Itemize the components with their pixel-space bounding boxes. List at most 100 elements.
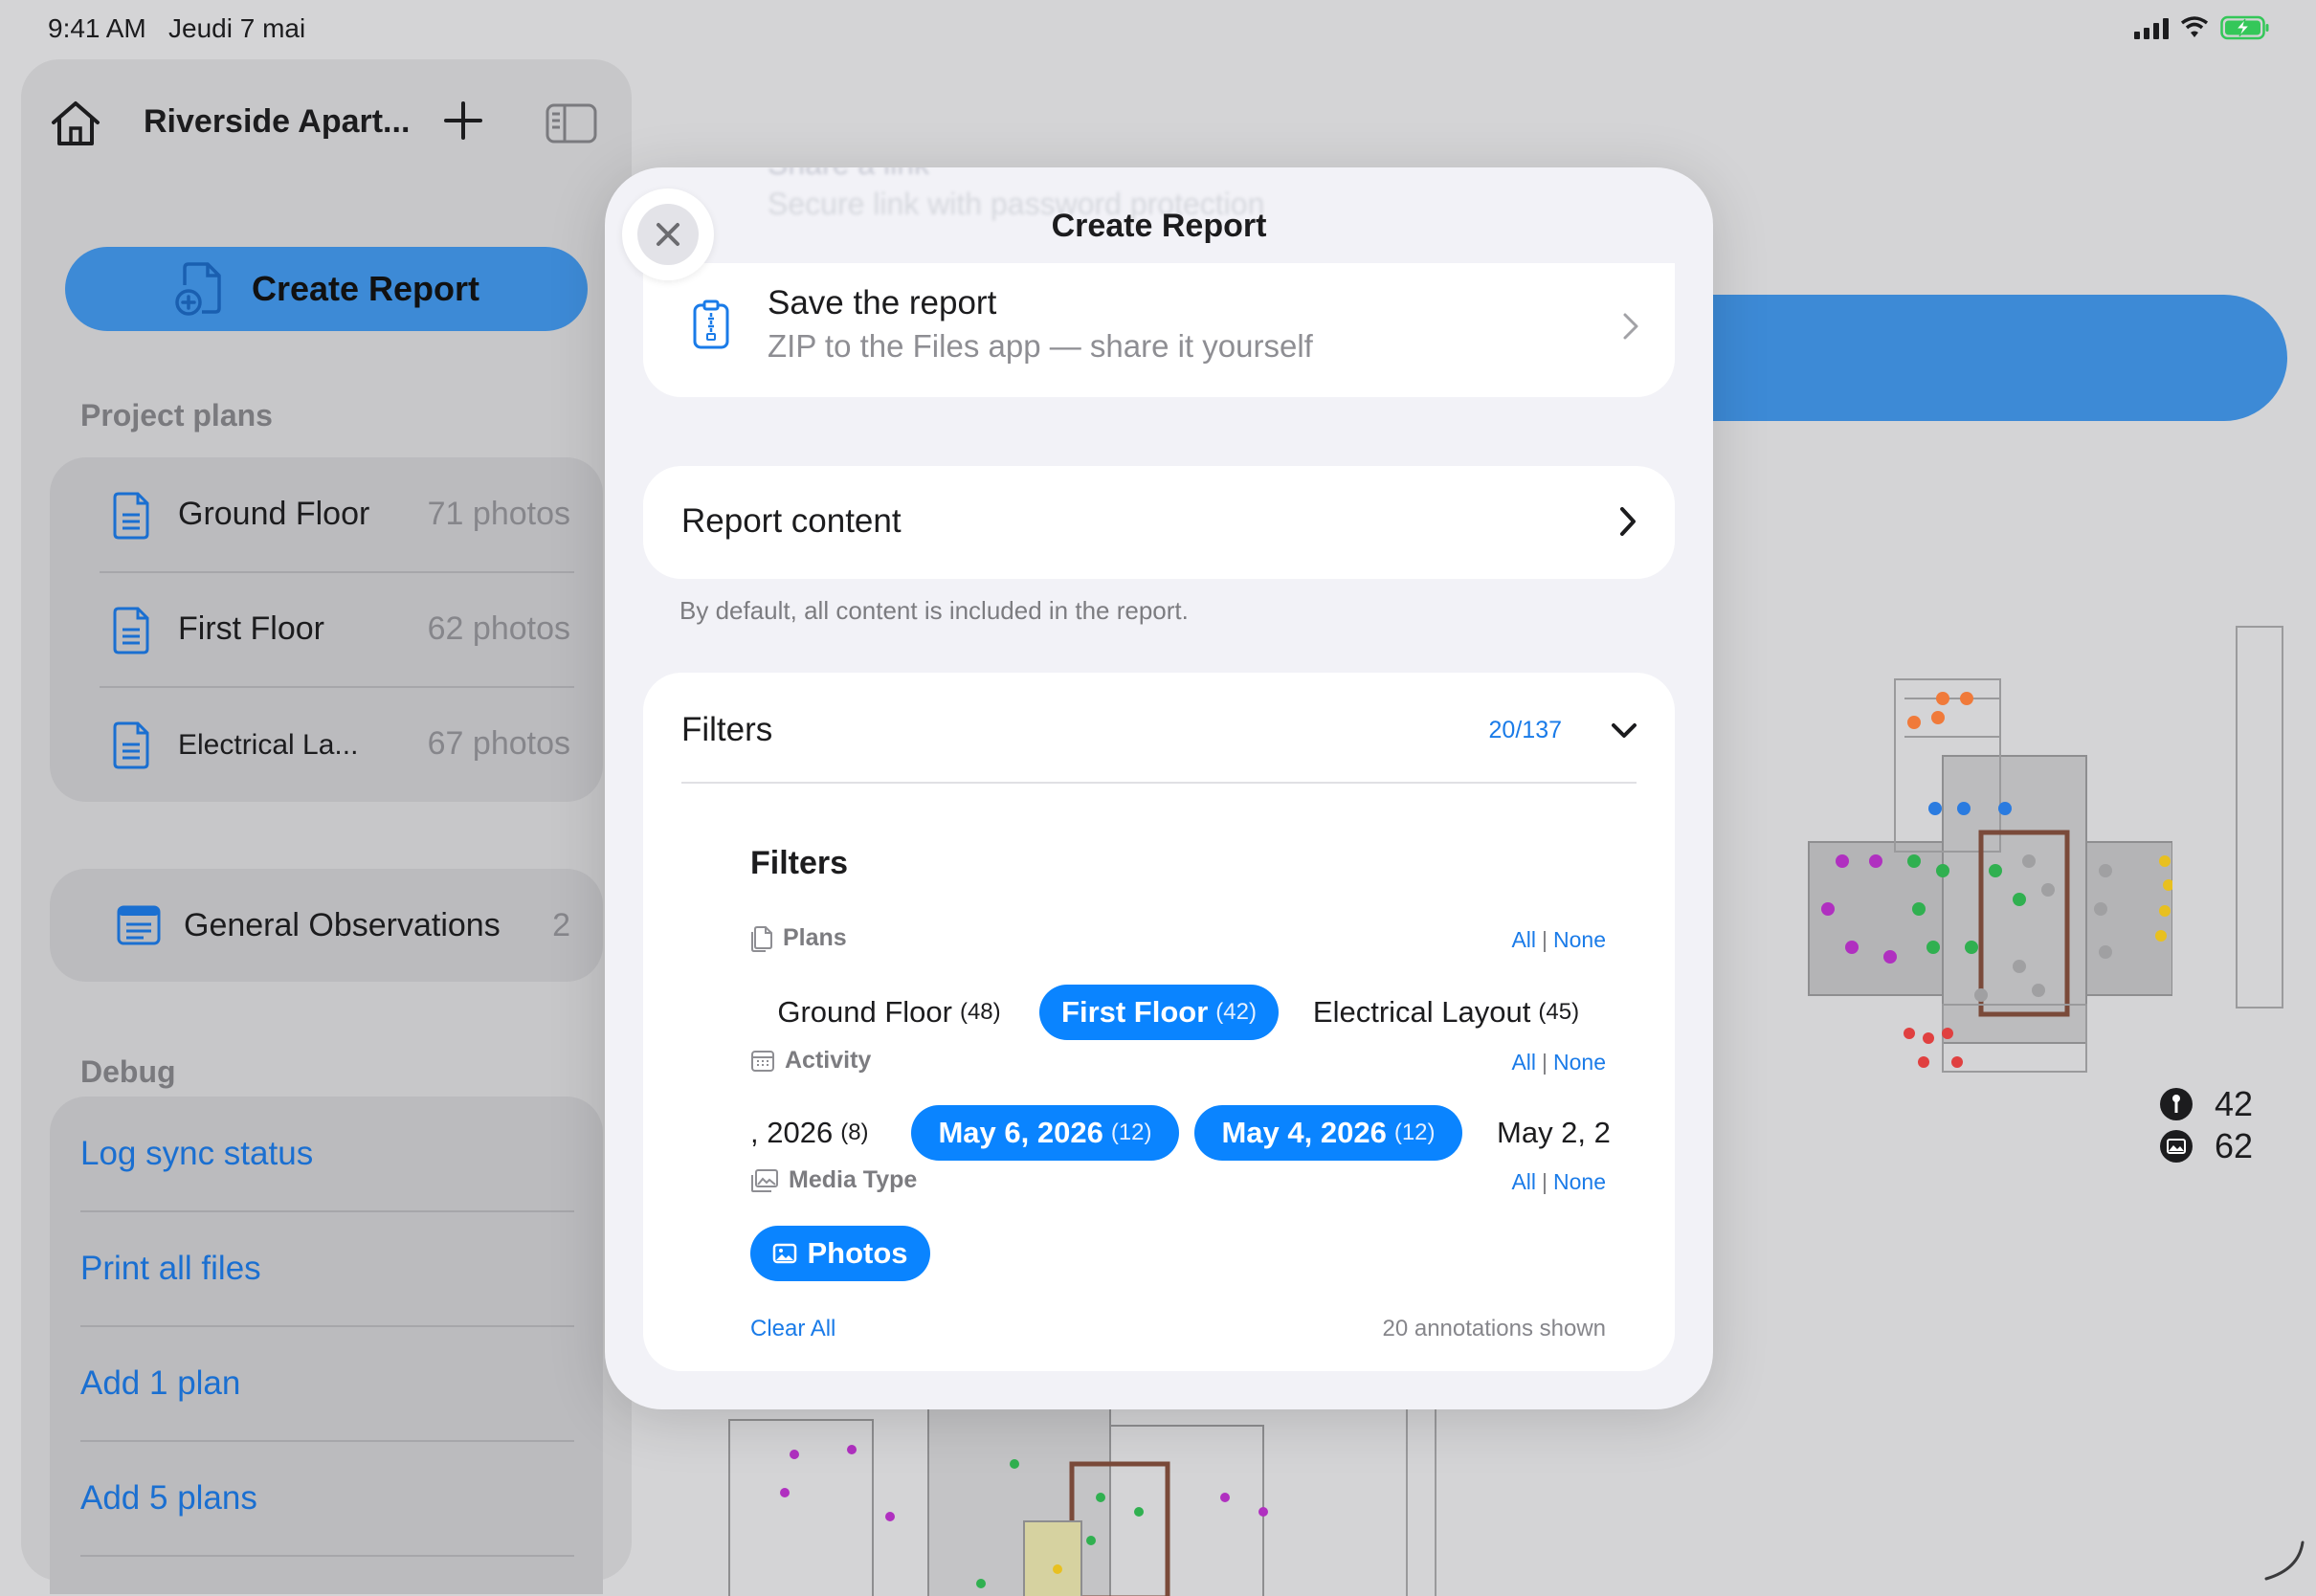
activity-filter-title: Activity	[785, 1047, 872, 1074]
chip-count: (12)	[1393, 1119, 1436, 1145]
chip-may-4-2026[interactable]: May 4, 2026 (12)	[1194, 1105, 1462, 1161]
debug-item-add-5-plans[interactable]: Add 5 plans	[50, 1441, 603, 1556]
chip-count: (42)	[1215, 999, 1257, 1025]
chip-label: , 2026	[750, 1116, 834, 1149]
save-report-title: Save the report	[768, 284, 997, 321]
project-title: Riverside Apart...	[144, 103, 411, 140]
debug-item-add-1-plan[interactable]: Add 1 plan	[50, 1326, 603, 1441]
pin-count: 42	[2215, 1084, 2254, 1123]
debug-item-label: Add 1 plan	[80, 1364, 241, 1402]
sidebar-toggle-icon[interactable]	[546, 103, 597, 144]
ghost-share-link-title: Share a link	[768, 167, 929, 182]
floor-plan-thumbnail	[1808, 678, 2172, 1073]
save-report-row[interactable]: Save the report ZIP to the Files app — s…	[643, 263, 1675, 397]
status-time: 9:41 AM	[48, 13, 146, 43]
calendar-icon	[751, 1050, 774, 1072]
plans-all-link[interactable]: All	[1511, 927, 1536, 952]
debug-item-label: Add 5 plans	[80, 1479, 257, 1517]
plan-stats: 42 62	[2159, 1083, 2253, 1167]
plans-all-none: All | None	[1511, 927, 1606, 952]
chevron-right-icon	[1620, 507, 1636, 536]
activity-all-link[interactable]: All	[1511, 1050, 1536, 1075]
filters-card: Filters 20/137 Filters Plans All | None Gr…	[643, 673, 1675, 1371]
chip-label: Photos	[807, 1236, 908, 1270]
filters-count: 20/137	[1488, 717, 1562, 743]
documents-icon	[751, 925, 772, 952]
media-type-chip-row: Photos	[750, 1226, 1612, 1285]
clear-all-button[interactable]: Clear All	[750, 1316, 835, 1342]
status-bar: 9:41 AM Jeudi 7 mai	[0, 0, 2316, 59]
chip-count: (8)	[840, 1119, 869, 1145]
plan-name: Ground Floor	[178, 496, 370, 532]
plans-none-link[interactable]: None	[1553, 927, 1606, 952]
debug-item-print-all-files[interactable]: Print all files	[50, 1211, 603, 1326]
zip-file-icon	[693, 299, 729, 349]
plans-filter-title: Plans	[783, 924, 847, 951]
plans-chip-row: Ground Floor (48) First Floor (42) Electri…	[750, 985, 1612, 1044]
filters-inner-title: Filters	[750, 845, 849, 881]
plan-row-ground-floor[interactable]: Ground Floor 71 photos	[50, 457, 603, 572]
report-content-row[interactable]: Report content	[643, 466, 1675, 579]
debug-item-label: Log sync status	[80, 1135, 314, 1172]
cellular-signal-icon	[2134, 16, 2169, 39]
debug-item-log-sync-status[interactable]: Log sync status	[50, 1097, 603, 1211]
chip-first-floor[interactable]: First Floor (42)	[1039, 985, 1279, 1040]
general-observations-label: General Observations	[184, 907, 501, 943]
notes-icon	[117, 905, 161, 945]
chip-electrical-layout[interactable]: Electrical Layout (45)	[1288, 985, 1604, 1040]
chip-date-partial-right[interactable]: May 2, 2	[1497, 1105, 1612, 1161]
battery-charging-icon	[2220, 15, 2269, 40]
debug-item-label: Print all files	[80, 1250, 261, 1287]
chip-count: (48)	[959, 999, 1001, 1025]
status-date: Jeudi 7 mai	[168, 13, 306, 43]
pin-count-row: 42	[2159, 1083, 2253, 1125]
chip-count: (45)	[1538, 999, 1580, 1025]
floor-plan-thumbnail-bottom	[728, 1407, 1436, 1596]
activity-none-link[interactable]: None	[1553, 1050, 1606, 1075]
chip-ground-floor[interactable]: Ground Floor (48)	[750, 985, 1028, 1040]
chip-may-6-2026[interactable]: May 6, 2026 (12)	[911, 1105, 1179, 1161]
media-type-none-link[interactable]: None	[1553, 1169, 1606, 1194]
plan-row-electrical-layout[interactable]: Electrical La... 67 photos	[50, 687, 603, 802]
media-type-filter-label: Media Type	[750, 1166, 917, 1194]
plan-photo-count: 67 photos	[427, 725, 570, 762]
general-observations-group: General Observations 2	[50, 869, 603, 982]
resize-handle-icon	[2264, 1541, 2305, 1581]
chip-date-partial-left[interactable]: , 2026 (8)	[750, 1105, 884, 1161]
create-report-label: Create Report	[251, 269, 480, 308]
plan-row-first-floor[interactable]: First Floor 62 photos	[50, 572, 603, 687]
media-type-filter-title: Media Type	[789, 1166, 918, 1193]
chip-label: Ground Floor	[777, 995, 952, 1029]
document-icon	[113, 492, 149, 540]
report-content-label: Report content	[681, 502, 902, 540]
plan-title-block	[2236, 626, 2283, 1009]
create-report-button[interactable]: Create Report	[65, 247, 588, 331]
chip-count: (12)	[1110, 1119, 1152, 1145]
debug-list: Log sync status Print all files Add 1 pl…	[50, 1097, 603, 1594]
plan-photo-count: 62 photos	[427, 610, 570, 647]
photo-icon	[773, 1243, 797, 1264]
save-report-subtitle: ZIP to the Files app — share it yourself	[768, 328, 1313, 364]
general-observations-row[interactable]: General Observations 2	[50, 869, 603, 982]
home-icon[interactable]	[50, 100, 101, 147]
media-type-all-none: All | None	[1511, 1169, 1606, 1194]
activity-filter-label: Activity	[750, 1047, 871, 1075]
filters-title: Filters	[681, 711, 773, 748]
photos-icon	[751, 1168, 778, 1192]
sidebar: Riverside Apart... Create Report Project…	[21, 59, 632, 1594]
project-plans-header: Project plans	[80, 398, 273, 432]
add-icon[interactable]	[442, 100, 484, 142]
sheet-title: Create Report	[1051, 208, 1267, 244]
pin-icon	[2160, 1088, 2193, 1120]
chip-photos[interactable]: Photos	[750, 1226, 930, 1281]
media-type-all-link[interactable]: All	[1511, 1169, 1536, 1194]
plan-photo-count: 71 photos	[427, 496, 570, 532]
chip-label: May 4, 2026	[1221, 1116, 1387, 1149]
chip-label: Electrical Layout	[1312, 995, 1531, 1029]
activity-all-none: All | None	[1511, 1050, 1606, 1075]
debug-header: Debug	[80, 1054, 176, 1089]
document-add-icon	[175, 262, 221, 316]
chevron-down-icon[interactable]	[1610, 720, 1638, 742]
divider	[681, 782, 1637, 784]
document-icon	[113, 607, 149, 654]
